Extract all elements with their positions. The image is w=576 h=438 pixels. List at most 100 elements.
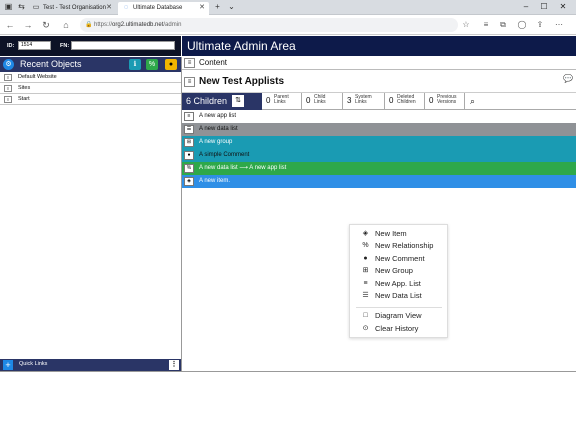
context-menu: ◈ New Item % New Relationship ● New Comment… bbox=[349, 224, 448, 338]
child-links-counter[interactable]: 0 Child Links bbox=[302, 93, 343, 110]
child-row[interactable]: ◈ A new item. bbox=[182, 175, 576, 188]
browser-tab-test-organisation[interactable]: ▭ Test - Test Organisation ✕ bbox=[28, 2, 116, 15]
database-icon: ☰ bbox=[362, 292, 369, 299]
url-input[interactable]: 🔒 https://org2.ultimatedb.net/admin bbox=[80, 18, 458, 32]
fn-input[interactable] bbox=[71, 41, 175, 50]
back-icon[interactable]: ← bbox=[4, 19, 16, 31]
menu-item-new-data-list[interactable]: ☰ New Data List bbox=[350, 290, 447, 302]
link-icon: % bbox=[184, 164, 194, 173]
list-icon: ≡ bbox=[363, 280, 368, 287]
child-row[interactable]: ☰ A new data list bbox=[182, 123, 576, 136]
recent-objects-title: Recent Objects bbox=[20, 59, 82, 69]
tab-actions-icon[interactable]: ▣ bbox=[3, 2, 14, 12]
list-icon: ≡ bbox=[4, 85, 12, 92]
page-icon: ▭ bbox=[32, 4, 40, 11]
menu-item-clear-history[interactable]: ⊙ Clear History bbox=[350, 323, 447, 335]
menu-item-label: New Group bbox=[375, 266, 413, 275]
counter-label: Previous Versions bbox=[437, 94, 457, 105]
sort-icon[interactable]: ⇅ bbox=[232, 95, 244, 107]
child-row[interactable]: % A new data list ⟶ A new app list bbox=[182, 162, 576, 175]
history-icon: ⊙ bbox=[362, 325, 369, 332]
refresh-recent-icon[interactable]: ⚙ bbox=[3, 59, 14, 70]
child-row[interactable]: ● A simple Comment bbox=[182, 149, 576, 162]
refresh-icon[interactable]: ↻ bbox=[40, 19, 52, 31]
quick-links-bar: + Quick Links ⋮ bbox=[0, 359, 181, 371]
new-tab-button[interactable]: + bbox=[212, 2, 223, 12]
favorite-icon[interactable]: ☆ bbox=[460, 19, 472, 31]
more-icon[interactable]: ⋯ bbox=[553, 19, 565, 31]
browser-tab-ultimate-database[interactable]: ◌ Ultimate Database ✕ bbox=[118, 2, 209, 15]
home-icon[interactable]: ⌂ bbox=[60, 19, 72, 31]
system-links-counter[interactable]: 3 System Links bbox=[343, 93, 385, 110]
child-row-label: A new group bbox=[199, 139, 233, 145]
link-button[interactable]: % bbox=[146, 59, 158, 70]
url-scheme: https:// bbox=[94, 22, 113, 28]
content-label: Content bbox=[199, 58, 228, 67]
search-icon[interactable]: ⌕ bbox=[465, 94, 480, 109]
previous-versions-counter[interactable]: 0 Previous Versions bbox=[425, 93, 465, 110]
favorites-list-icon[interactable]: ≡ bbox=[480, 19, 492, 31]
info-button[interactable]: ℹ bbox=[129, 59, 141, 70]
list-icon[interactable]: ≡ bbox=[184, 58, 195, 68]
recent-item[interactable]: ≡ Default Website bbox=[0, 72, 181, 83]
counter-label: Child Links bbox=[314, 94, 326, 105]
tab-title: Ultimate Database bbox=[133, 5, 183, 11]
child-row-label: A new app list bbox=[199, 113, 237, 119]
content-bar: ≡ Content bbox=[182, 57, 576, 70]
close-window-icon[interactable]: ✕ bbox=[556, 1, 570, 13]
recent-item-label: Start bbox=[18, 96, 30, 102]
quick-links-label: Quick Links bbox=[19, 361, 48, 367]
tab-collections-icon[interactable]: ⇆ bbox=[16, 2, 27, 12]
left-header: ID: 1514 FN: bbox=[0, 36, 181, 56]
fn-label: FN: bbox=[60, 43, 70, 49]
recent-item[interactable]: ≡ Start bbox=[0, 94, 181, 105]
counter-value: 0 bbox=[429, 96, 434, 105]
children-count-bar: 6 Children ⇅ 0 Parent Links 0 Child Link… bbox=[182, 93, 576, 110]
list-icon[interactable]: ≡ bbox=[184, 77, 195, 87]
menu-item-new-app-list[interactable]: ≡ New App. List bbox=[350, 278, 447, 290]
browser-address-bar: ← → ↻ ⌂ 🔒 https://org2.ultimatedb.net/ad… bbox=[0, 15, 576, 35]
deleted-children-counter[interactable]: 0 Deleted Children bbox=[385, 93, 425, 110]
menu-item-new-group[interactable]: ⊞ New Group bbox=[350, 265, 447, 277]
menu-item-new-relationship[interactable]: % New Relationship bbox=[350, 240, 447, 252]
comment-icon[interactable]: 💬 bbox=[563, 74, 573, 83]
menu-item-new-item[interactable]: ◈ New Item bbox=[350, 228, 447, 240]
child-row-label: A new data list ⟶ A new app list bbox=[199, 165, 287, 171]
list-icon: ≡ bbox=[4, 74, 12, 81]
child-row-label: A new item. bbox=[199, 178, 231, 184]
tab-list-chevron-icon[interactable]: ⌄ bbox=[226, 2, 237, 12]
link-icon: % bbox=[362, 242, 369, 249]
footer-divider bbox=[0, 371, 576, 372]
url-path: /admin bbox=[163, 22, 182, 28]
minimize-icon[interactable]: – bbox=[519, 1, 533, 13]
profile-icon[interactable]: ◯ bbox=[516, 19, 528, 31]
browser-tab-strip: ▣ ⇆ ▭ Test - Test Organisation ✕ ◌ Ultim… bbox=[0, 0, 576, 15]
child-row[interactable]: ⊞ A new group bbox=[182, 136, 576, 149]
add-quick-link-button[interactable]: + bbox=[3, 360, 13, 370]
maximize-icon[interactable]: ☐ bbox=[537, 1, 551, 13]
id-input[interactable]: 1514 bbox=[18, 41, 51, 50]
collections-icon[interactable]: ⧉ bbox=[497, 19, 509, 31]
child-row[interactable]: ≡ A new app list bbox=[182, 110, 576, 123]
forward-icon[interactable]: → bbox=[22, 19, 34, 31]
menu-item-label: New Item bbox=[375, 229, 407, 238]
counter-value: 0 bbox=[266, 96, 271, 105]
share-icon[interactable]: ⇪ bbox=[534, 19, 546, 31]
settings-button[interactable]: ● bbox=[165, 59, 177, 70]
object-title-bar: ≡ New Test Applists 💬 bbox=[182, 72, 576, 93]
quick-links-menu-icon[interactable]: ⋮ bbox=[169, 360, 179, 370]
main-header: Ultimate Admin Area bbox=[182, 36, 576, 56]
parent-links-counter[interactable]: 0 Parent Links bbox=[262, 93, 302, 110]
counter-label: Parent Links bbox=[274, 94, 289, 105]
menu-divider bbox=[356, 307, 442, 308]
children-count[interactable]: 6 Children ⇅ bbox=[182, 93, 262, 110]
counter-value: 0 bbox=[306, 96, 311, 105]
close-tab-icon[interactable]: ✕ bbox=[106, 2, 112, 14]
recent-item[interactable]: ≡ Sites bbox=[0, 83, 181, 94]
counter-label: System Links bbox=[355, 94, 372, 105]
tab-title: Test - Test Organisation bbox=[43, 5, 106, 11]
close-tab-icon[interactable]: ✕ bbox=[199, 2, 205, 14]
menu-item-new-comment[interactable]: ● New Comment bbox=[350, 253, 447, 265]
menu-item-diagram-view[interactable]: □ Diagram View bbox=[350, 310, 447, 322]
recent-item-label: Sites bbox=[18, 85, 31, 91]
